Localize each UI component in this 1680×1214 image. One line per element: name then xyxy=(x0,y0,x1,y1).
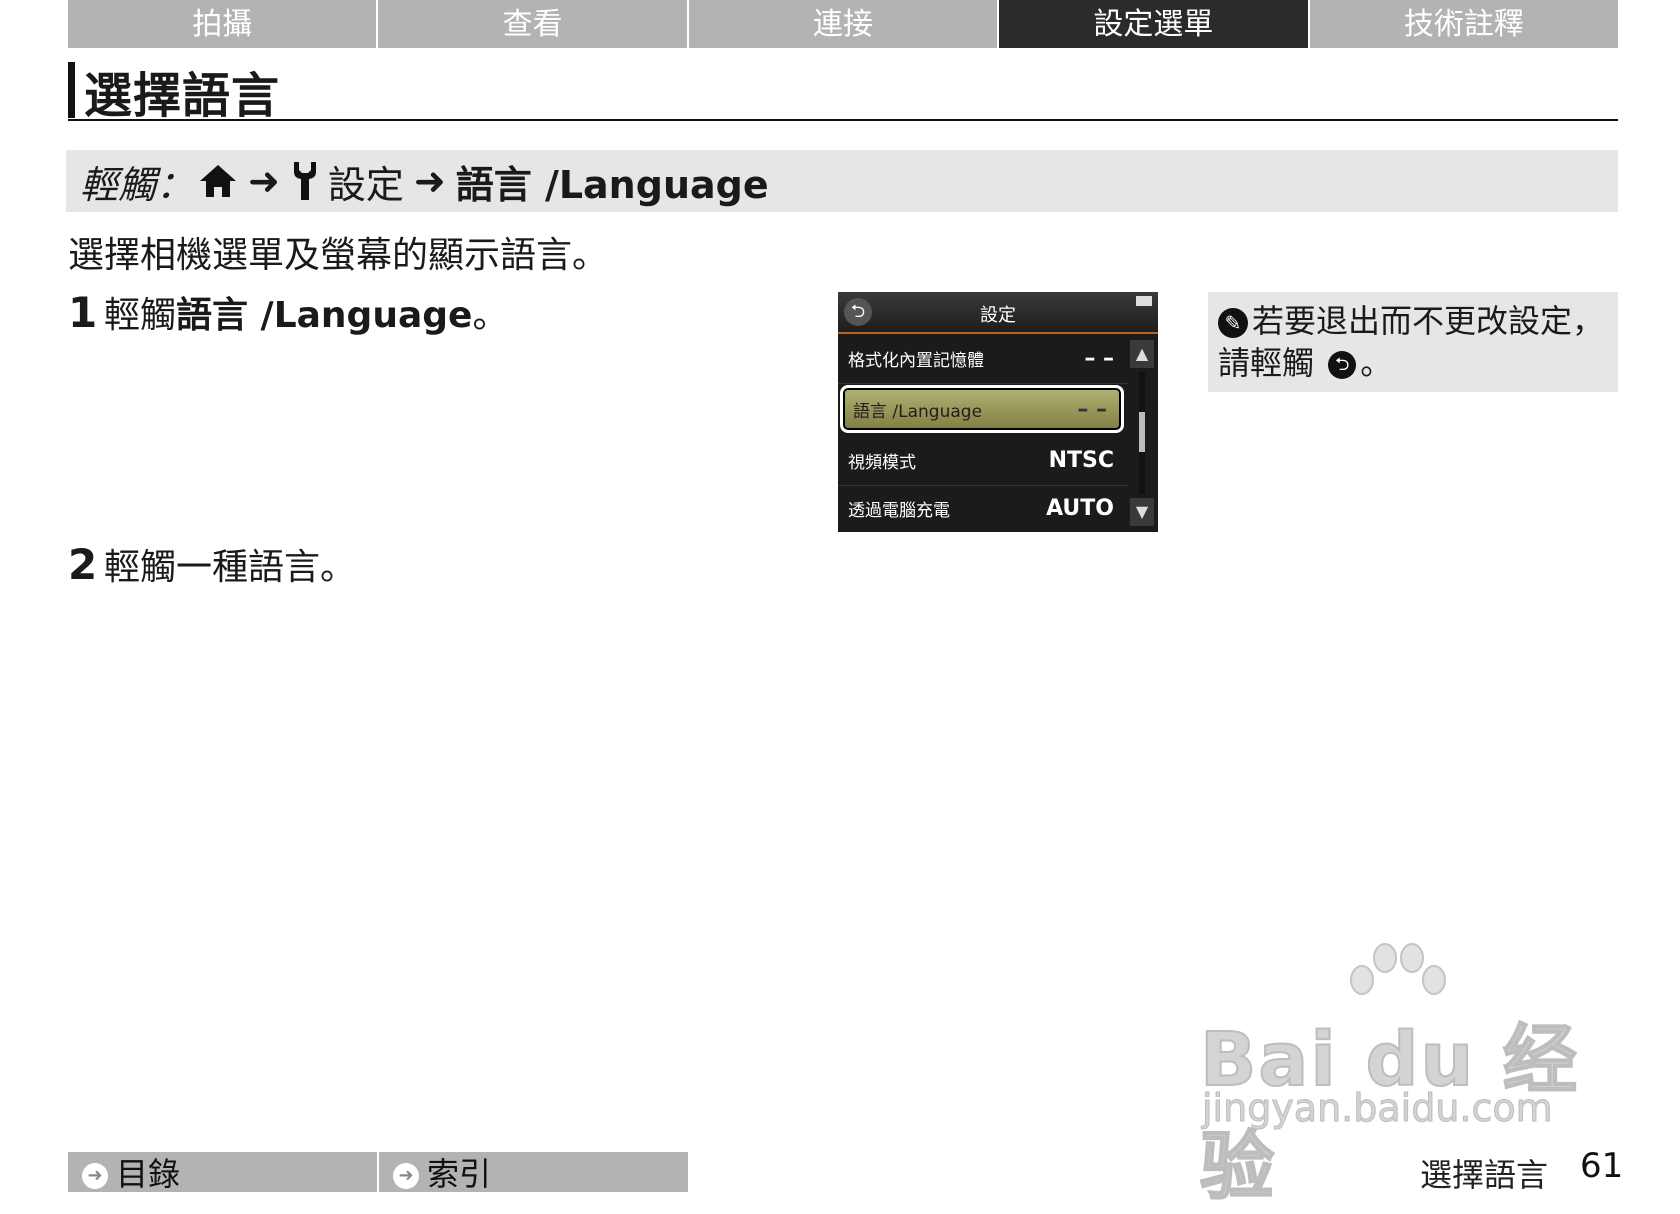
step-end: 。 xyxy=(472,295,509,336)
scroll-up-button[interactable]: ▲ xyxy=(1130,340,1154,368)
tab-technical-notes[interactable]: 技術註釋 xyxy=(1309,0,1619,48)
navigation-path: 輕觸： ➜ 設定 ➜ 語言 /Language xyxy=(66,150,1618,212)
path-setup-label: 設定 xyxy=(327,162,404,207)
path-arrow-1: ➜ xyxy=(248,159,280,203)
pencil-icon: ✎ xyxy=(1218,308,1248,338)
tab-viewing[interactable]: 查看 xyxy=(378,0,689,48)
menu-row-format-memory[interactable]: 格式化內置記憶體 – – xyxy=(838,334,1128,384)
menu-row-charge-by-computer[interactable]: 透過電腦充電 AUTO xyxy=(838,484,1128,532)
row-value: NTSC xyxy=(1048,448,1114,473)
arrow-right-circle-icon: ➜ xyxy=(393,1163,419,1189)
path-arrow-2: ➜ xyxy=(413,159,446,203)
index-label: 索引 xyxy=(427,1155,492,1193)
note-text-3: 。 xyxy=(1360,344,1393,382)
scroll-down-button[interactable]: ▼ xyxy=(1130,498,1154,526)
wrench-icon xyxy=(293,162,316,200)
baidu-watermark: Bai du 经验 jingyan.baidu.com xyxy=(1199,940,1590,1211)
touch-label: 輕觸： xyxy=(80,162,195,207)
step-2: 2 輕觸一種語言 。 xyxy=(68,538,356,590)
row-value: – – xyxy=(1077,396,1107,422)
path-language-label: 語言 /Language xyxy=(455,162,769,207)
step-text: 輕觸一種語言 xyxy=(104,547,321,588)
title-accent-bar xyxy=(68,62,75,118)
watermark-url: jingyan.baidu.com xyxy=(1202,1086,1554,1131)
tab-shooting[interactable]: 拍攝 xyxy=(68,0,379,48)
arrow-right-circle-icon: ➜ xyxy=(82,1163,108,1189)
screen-title: 設定 xyxy=(980,305,1016,326)
step-number: 2 xyxy=(68,540,98,589)
step-bold-text: 語言 /Language xyxy=(176,295,473,336)
menu-row-language[interactable]: 語言 /Language – – xyxy=(840,385,1124,433)
note-line-2: 請輕觸 ⮌。 xyxy=(1218,342,1608,384)
note-text-2: 請輕觸 xyxy=(1218,344,1315,382)
battery-icon xyxy=(1136,296,1152,306)
menu-row-video-mode[interactable]: 視頻模式 NTSC xyxy=(838,436,1128,486)
title-divider xyxy=(68,119,1618,121)
row-value: AUTO xyxy=(1046,496,1114,521)
step-end: 。 xyxy=(320,547,357,588)
note-line-1: ✎ 若要退出而不更改設定， xyxy=(1218,300,1608,342)
screen-header: ⮌ 設定 xyxy=(838,292,1158,334)
row-label: 語言 /Language xyxy=(853,401,983,422)
footer-links: ➜ 目錄 ➜ 索引 xyxy=(68,1152,688,1193)
tab-connecting[interactable]: 連接 xyxy=(688,0,1000,48)
step-1: 1 輕觸 語言 /Language 。 xyxy=(68,286,508,338)
footer-page-label: 選擇語言 xyxy=(1420,1156,1549,1194)
home-icon xyxy=(200,165,237,197)
row-label: 視頻模式 xyxy=(848,453,916,473)
index-link[interactable]: ➜ 索引 xyxy=(379,1152,688,1193)
scroll-thumb[interactable] xyxy=(1139,412,1145,452)
tab-setup-menu[interactable]: 設定選單 xyxy=(999,0,1310,48)
row-label: 格式化內置記憶體 xyxy=(848,351,984,371)
step-text: 輕觸 xyxy=(104,295,177,336)
page-title: 選擇語言 xyxy=(84,68,281,124)
back-icon: ⮌ xyxy=(1328,351,1357,379)
contents-label: 目錄 xyxy=(116,1155,181,1193)
description-text: 選擇相機選單及螢幕的顯示語言。 xyxy=(68,235,609,276)
row-value: – – xyxy=(1084,346,1114,371)
row-label: 透過電腦充電 xyxy=(848,501,950,521)
step-number: 1 xyxy=(68,288,98,337)
note-text-1: 若要退出而不更改設定， xyxy=(1252,302,1605,340)
section-tabs: 拍攝 查看 連接 設定選單 技術註釋 xyxy=(68,0,1619,48)
note-box: ✎ 若要退出而不更改設定， 請輕觸 ⮌。 xyxy=(1208,292,1618,392)
camera-setup-screen: ⮌ 設定 格式化內置記憶體 – – 語言 /Language – – 視頻模式 … xyxy=(838,292,1158,532)
contents-link[interactable]: ➜ 目錄 xyxy=(68,1152,379,1193)
page-number: 61 xyxy=(1580,1146,1624,1186)
